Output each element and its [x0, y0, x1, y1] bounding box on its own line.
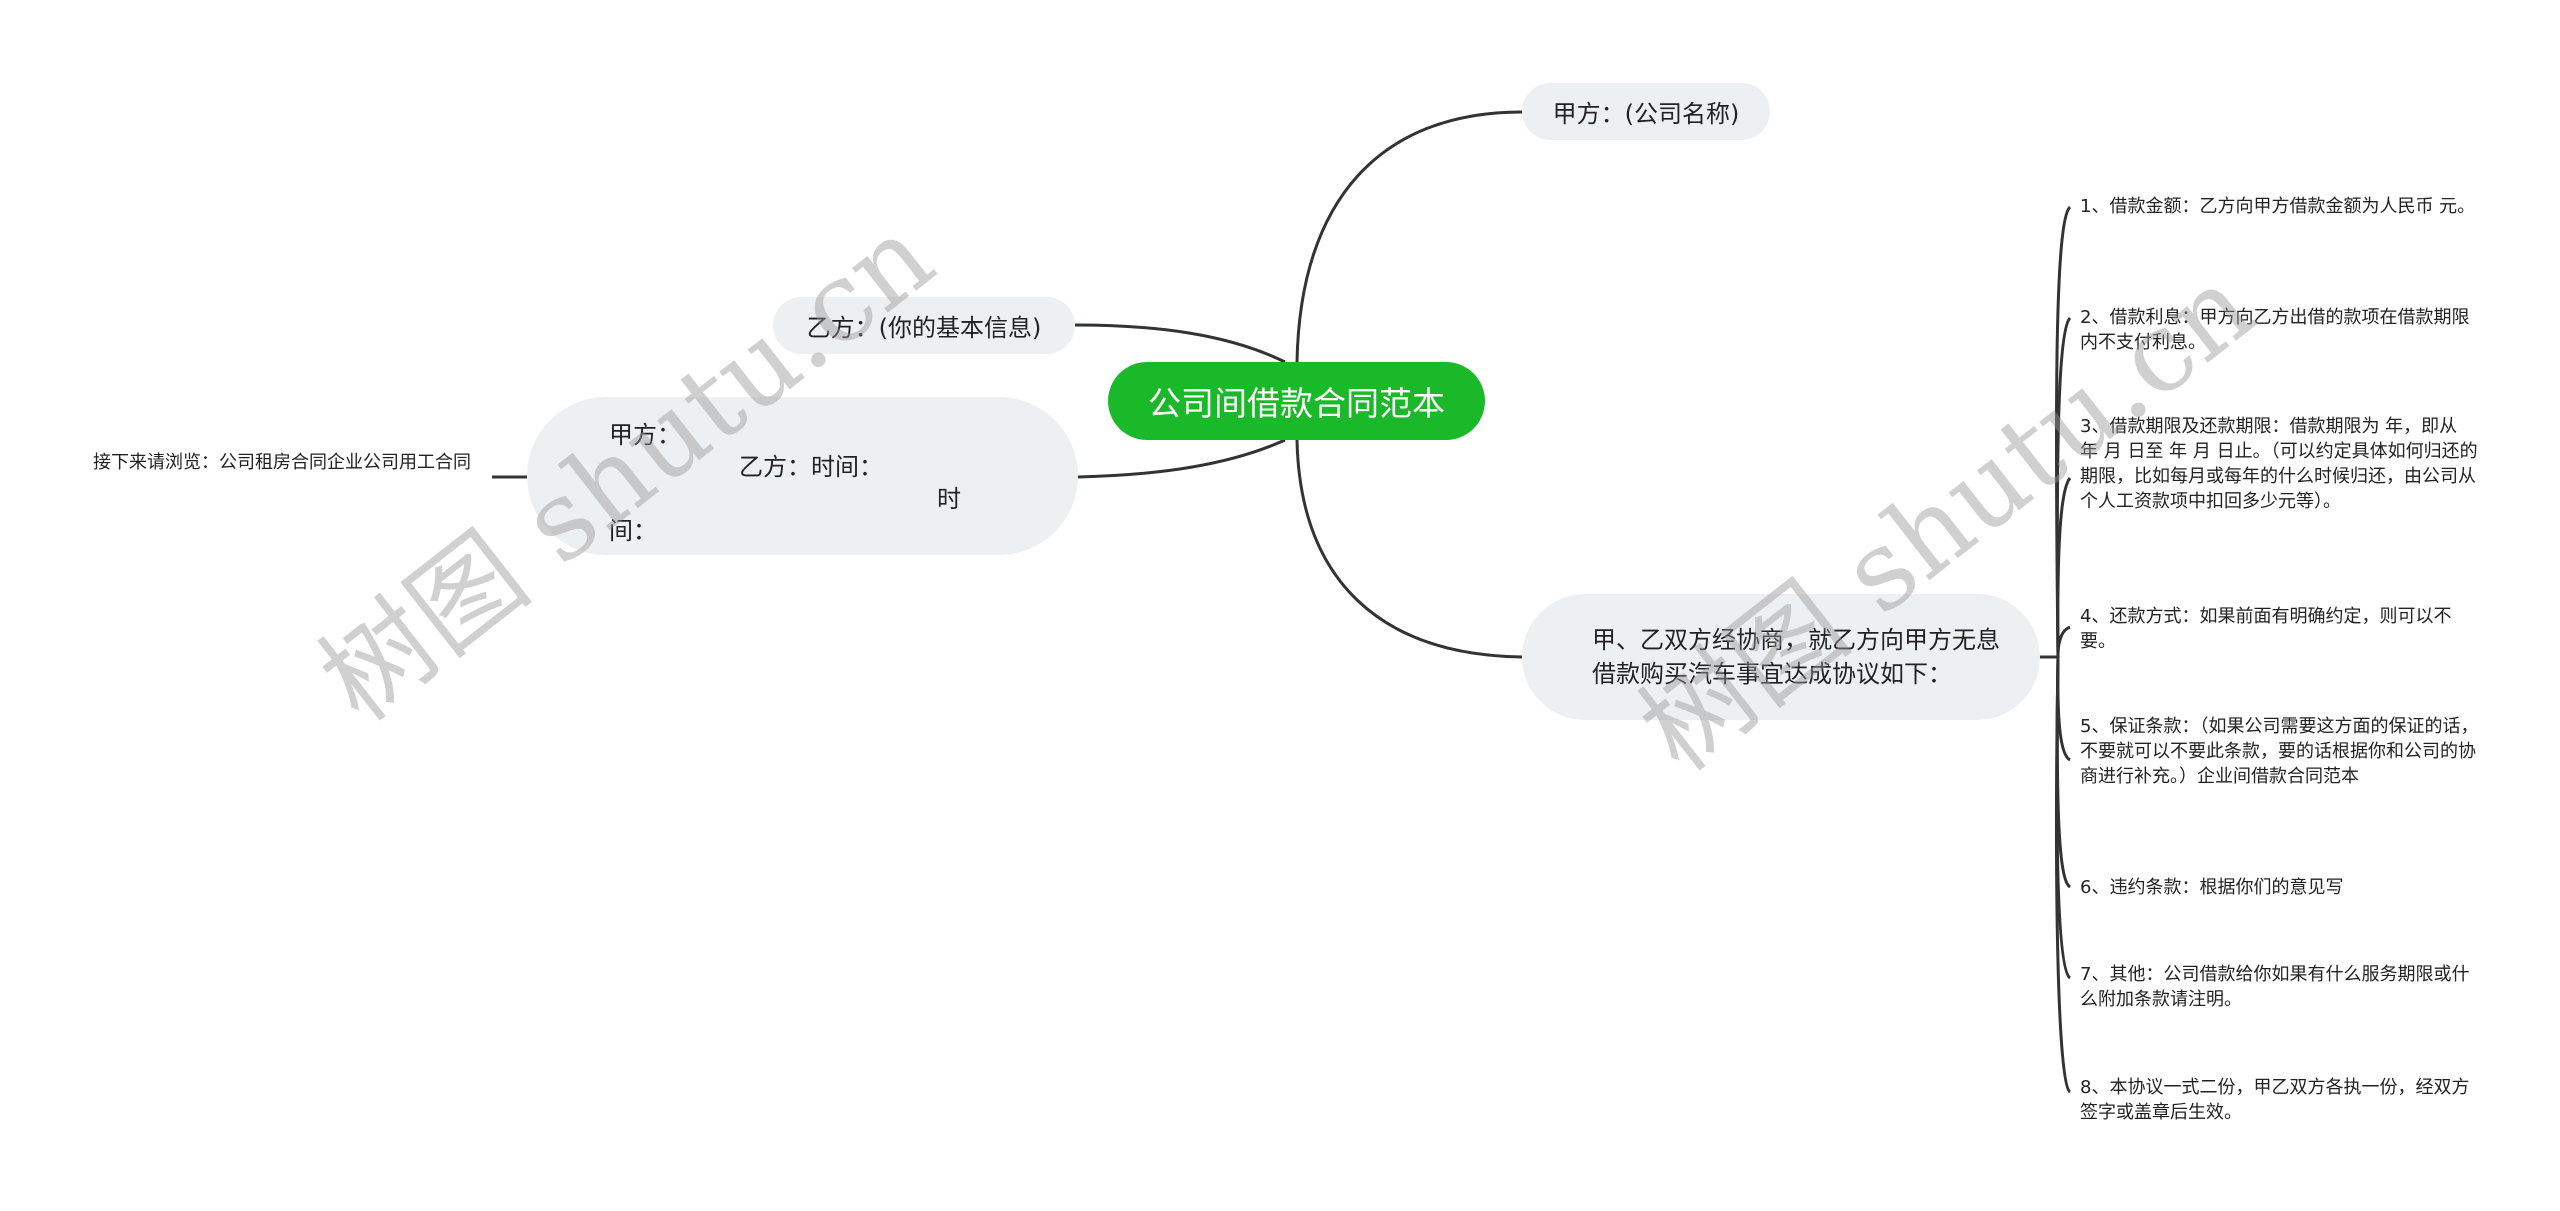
clause-item[interactable]: 6、违约条款：根据你们的意见写	[2080, 875, 2480, 900]
clause-3-text: 3、借款期限及还款期限：借款期限为 年，即从 年 月 日至 年 月 日止。（可以…	[2080, 416, 2478, 512]
clause-8-text: 8、本协议一式二份，甲乙双方各执一份，经双方签字或盖章后生效。	[2080, 1077, 2470, 1123]
info-line-4: 间：	[609, 517, 657, 545]
node-agreement[interactable]: 甲、乙双方经协商，就乙方向甲方无息借款购买汽车事宜达成协议如下：	[1522, 594, 2040, 720]
root-node[interactable]: 公司间借款合同范本	[1108, 362, 1485, 440]
clause-2-text: 2、借款利息：甲方向乙方出借的款项在借款期限内不支付利息。	[2080, 307, 2470, 353]
info-line-1: 甲方：	[609, 421, 681, 449]
clause-item[interactable]: 2、借款利息：甲方向乙方出借的款项在借款期限内不支付利息。	[2080, 305, 2480, 355]
clause-item[interactable]: 7、其他：公司借款给你如果有什么服务期限或什么附加条款请注明。	[2080, 962, 2480, 1012]
info-line-2: 乙方：时间：	[739, 453, 883, 481]
link-root-party-b	[1074, 323, 1286, 364]
info-line-3: 时	[937, 485, 961, 513]
clause-4-text: 4、还款方式：如果前面有明确约定，则可以不要。	[2080, 606, 2452, 652]
node-party-a[interactable]: 甲方：(公司名称)	[1522, 83, 1770, 140]
clause-item[interactable]: 3、借款期限及还款期限：借款期限为 年，即从 年 月 日至 年 月 日止。（可以…	[2080, 414, 2480, 514]
clause-item[interactable]: 8、本协议一式二份，甲乙双方各执一份，经双方签字或盖章后生效。	[2080, 1075, 2480, 1125]
link-clause-4	[2056, 625, 2071, 658]
clause-item[interactable]: 4、还款方式：如果前面有明确约定，则可以不要。	[2080, 604, 2480, 654]
root-label: 公司间借款合同范本	[1148, 384, 1445, 423]
link-root-info	[1077, 438, 1286, 479]
clause-item[interactable]: 5、保证条款：（如果公司需要这方面的保证的话，不要就可以不要此条款，要的话根据你…	[2080, 714, 2480, 789]
leaf-related-browse[interactable]: 接下来请浏览：公司租房合同企业公司用工合同	[93, 450, 493, 475]
link-root-party-a	[1295, 110, 1523, 363]
clause-7-text: 7、其他：公司借款给你如果有什么服务期限或什么附加条款请注明。	[2080, 964, 2470, 1010]
clause-6-text: 6、违约条款：根据你们的意见写	[2080, 877, 2344, 898]
clause-1-text: 1、借款金额：乙方向甲方借款金额为人民币 元。	[2080, 196, 2476, 217]
node-party-b[interactable]: 乙方：(你的基本信息)	[773, 297, 1075, 354]
node-signature-info[interactable]: 甲方： 乙方：时间： 时 间：	[527, 397, 1078, 555]
related-browse-text: 接下来请浏览：公司租房合同企业公司用工合同	[93, 452, 471, 473]
agreement-label: 甲、乙双方经协商，就乙方向甲方无息借款购买汽车事宜达成协议如下：	[1592, 626, 2000, 688]
party-a-label: 甲方：(公司名称)	[1552, 100, 1740, 128]
clause-item[interactable]: 1、借款金额：乙方向甲方借款金额为人民币 元。	[2080, 194, 2480, 219]
link-root-agreement	[1295, 439, 1523, 659]
party-b-label: 乙方：(你的基本信息)	[806, 314, 1042, 342]
clause-5-text: 5、保证条款：（如果公司需要这方面的保证的话，不要就可以不要此条款，要的话根据你…	[2080, 716, 2479, 787]
link-clause-5	[2056, 656, 2071, 762]
